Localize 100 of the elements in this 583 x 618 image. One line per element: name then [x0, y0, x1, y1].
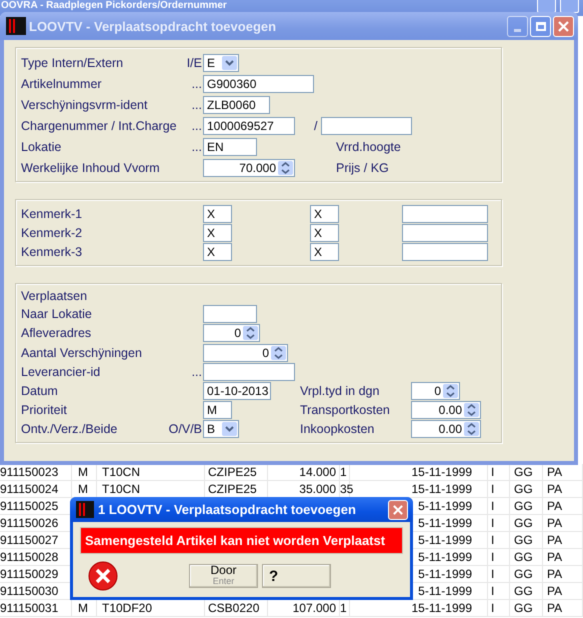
table-cell: PA [547, 499, 562, 513]
field-label: Inkoopkosten [300, 422, 376, 436]
table-cell: I [491, 550, 494, 564]
spin-field[interactable]: 0 [203, 344, 288, 362]
continue-button[interactable]: Door Enter [189, 564, 258, 588]
input-field[interactable] [321, 116, 412, 134]
input-field[interactable]: X [310, 242, 339, 261]
table-cell: 14.000 [299, 465, 336, 479]
table-cell: I [491, 499, 494, 513]
field-label: Datum [21, 384, 59, 398]
field-suffix: I/E [186, 56, 202, 70]
table-cell: CZIPE25 [208, 465, 257, 479]
maximize-button[interactable] [530, 16, 551, 36]
field-label: Naar Lokatie [21, 307, 93, 322]
section-heading: Verplaatsen [21, 288, 88, 305]
field-label: Transportkosten [300, 403, 391, 418]
table-cell: 35.000 [299, 482, 336, 496]
table-cell: 911150030 [0, 584, 58, 598]
spin-field[interactable]: 0 [411, 382, 460, 400]
input-field[interactable] [402, 242, 488, 261]
input-field[interactable] [402, 224, 488, 242]
table-cell: 1 [340, 601, 347, 615]
table-cell: 15-11-1999 [412, 601, 472, 615]
field-label: Kenmerk-3 [21, 244, 84, 259]
dropdown[interactable]: E [203, 54, 239, 72]
table-cell: PA [547, 482, 562, 496]
spinner-arrows-icon [446, 384, 455, 398]
table-cell: 911150024 [0, 482, 58, 496]
table-cell: 5-11-1999 [418, 550, 472, 564]
table-cell: PA [547, 584, 562, 598]
input-field[interactable] [203, 362, 295, 381]
table-cell: M [78, 482, 88, 496]
window-title: OOVRA - Raadplegen Pickorders/Ordernummer [1, 0, 228, 11]
table-cell: I [491, 533, 494, 547]
table-cell: T10DF20 [102, 601, 152, 615]
maximize-button[interactable] [560, 0, 579, 13]
table-cell: GG [514, 550, 533, 564]
close-button[interactable] [388, 500, 408, 520]
spin-field[interactable]: 0.00 [411, 401, 481, 420]
table-cell: PA [547, 465, 562, 479]
window-title: LOOVTV - Verplaatsopdracht toevoegen [29, 18, 278, 34]
spin-field[interactable]: 0.00 [411, 420, 481, 438]
table-cell: I [491, 516, 494, 530]
spinner-arrows-icon [274, 346, 283, 360]
table-cell: GG [514, 516, 533, 530]
table-cell: 911150025 [0, 499, 58, 513]
table-cell: 15-11-1999 [412, 482, 472, 496]
input-field[interactable]: X [310, 224, 339, 242]
input-field[interactable]: X [203, 242, 232, 261]
input-field[interactable]: EN [203, 138, 257, 156]
help-button[interactable]: ? [262, 564, 331, 588]
field-label: Verschÿningsvrm-ident [21, 98, 148, 112]
table-cell: T10CN [102, 482, 140, 496]
table-cell: GG [514, 601, 533, 615]
table-cell: I [491, 482, 494, 496]
table-cell: GG [514, 465, 533, 479]
field-label: Type Intern/Extern [21, 56, 124, 70]
minimize-button[interactable] [537, 0, 556, 13]
input-field[interactable]: G900360 [203, 74, 314, 92]
table-cell: T10CN [102, 465, 140, 479]
input-field[interactable]: X [203, 224, 232, 242]
spin-field[interactable]: 0 [203, 324, 260, 342]
table-cell: 911150029 [0, 567, 58, 581]
table-cell: 911150031 [0, 601, 58, 615]
input-field[interactable]: X [310, 204, 339, 223]
input-field[interactable]: 01-10-2013 [203, 382, 271, 400]
table-cell: 107.000 [292, 601, 336, 615]
input-field[interactable]: 1000069527 [203, 116, 295, 134]
input-field[interactable] [402, 204, 488, 223]
field-suffix: ... [192, 364, 202, 379]
table-cell: I [491, 584, 494, 598]
chevron-down-icon [225, 60, 234, 66]
spinner-arrows-icon [467, 403, 476, 418]
field-label: Kenmerk-2 [21, 226, 84, 240]
table-cell: 5-11-1999 [418, 499, 472, 513]
chevron-down-icon [225, 426, 234, 432]
minimize-button[interactable] [507, 16, 528, 36]
table-cell: PA [547, 567, 562, 581]
table-cell: 15-11-1999 [412, 465, 472, 479]
field-label: Vrpl.tyd in dgn [300, 384, 380, 398]
input-field[interactable]: ZLB0060 [203, 96, 270, 114]
app-icon [6, 17, 26, 35]
table-cell: GG [514, 533, 533, 547]
table-cell: GG [514, 584, 533, 598]
input-field[interactable]: X [203, 204, 232, 223]
table-cell: CSB0220 [208, 601, 260, 615]
field-suffix: ... [192, 98, 202, 112]
spin-field[interactable]: 70.000 [203, 158, 295, 176]
error-message: Samengesteld Artikel kan niet worden Verplaatst [80, 527, 403, 554]
input-field[interactable]: M [203, 401, 232, 420]
table-cell: M [78, 601, 88, 615]
table-cell: 911150023 [0, 465, 58, 479]
spinner-arrows-icon [281, 160, 290, 174]
table-cell: CZIPE25 [208, 482, 257, 496]
close-button[interactable] [553, 16, 574, 36]
dropdown[interactable]: B [203, 420, 239, 438]
field-suffix: ... [192, 76, 202, 90]
field-suffix: O/V/B [168, 422, 202, 436]
input-field[interactable] [203, 305, 257, 324]
table-cell: I [491, 601, 494, 615]
